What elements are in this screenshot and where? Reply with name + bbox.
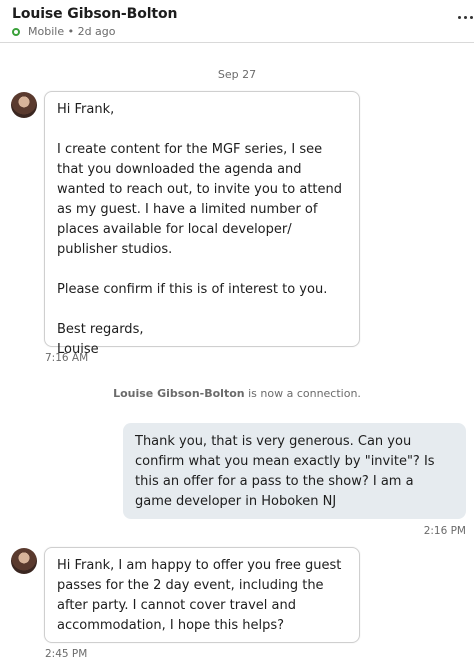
message-bubble-incoming: Hi Frank, I create content for the MGF s… [44,91,360,357]
connection-notice: Louise Gibson-Bolton is now a connection… [0,387,474,400]
message-timestamp: 2:45 PM [45,648,88,660]
more-horizontal-icon[interactable] [458,9,474,25]
date-separator: Sep 27 [217,68,257,81]
message-paragraph: Best regards, Louise [57,322,144,357]
message-paragraph: I create content for the MGF series, I s… [57,142,347,257]
sender-avatar[interactable] [11,548,37,574]
message-paragraph: Please confirm if this is of interest to… [57,282,328,297]
message-paragraph: Hi Frank, [57,102,115,117]
presence-status: Mobile • 2d ago [12,25,116,38]
conversation-header: Louise Gibson-Bolton Mobile • 2d ago [0,0,474,43]
status-text: Mobile • 2d ago [28,25,116,38]
sender-avatar[interactable] [11,92,37,118]
notice-contact-name[interactable]: Louise Gibson-Bolton [113,387,245,400]
message-text: Thank you, that is very generous. Can yo… [135,434,439,509]
message-text: Hi Frank, I am happy to offer you free g… [57,558,346,633]
message-bubble-outgoing: Thank you, that is very generous. Can yo… [123,423,466,519]
notice-text: is now a connection. [244,387,361,400]
online-status-icon [12,27,20,36]
contact-name[interactable]: Louise Gibson-Bolton [12,6,178,22]
message-bubble-incoming: Hi Frank, I am happy to offer you free g… [44,547,360,643]
message-timestamp: 2:16 PM [423,525,466,537]
message-timestamp: 7:16 AM [45,352,89,364]
